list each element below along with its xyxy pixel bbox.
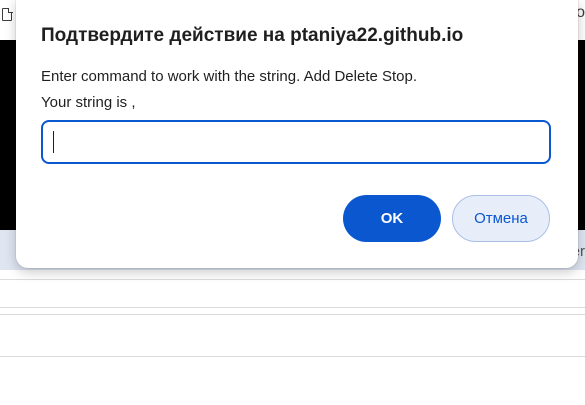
cancel-button[interactable]: Отмена <box>452 195 550 242</box>
divider-line <box>0 314 585 315</box>
divider-line <box>0 356 585 357</box>
dialog-message: Enter command to work with the string. A… <box>41 68 418 111</box>
prompt-dialog: Подтвердите действие на ptaniya22.github… <box>16 0 578 268</box>
text-caret <box>53 131 54 153</box>
dialog-title: Подтвердите действие на ptaniya22.github… <box>41 25 464 46</box>
divider-line <box>0 279 585 280</box>
browser-page: o er Подтвердите действие на ptaniya22.g… <box>0 0 585 405</box>
divider-line <box>0 307 585 308</box>
document-icon <box>2 7 13 21</box>
prompt-input[interactable] <box>41 120 551 164</box>
ok-button[interactable]: OK <box>343 195 441 242</box>
